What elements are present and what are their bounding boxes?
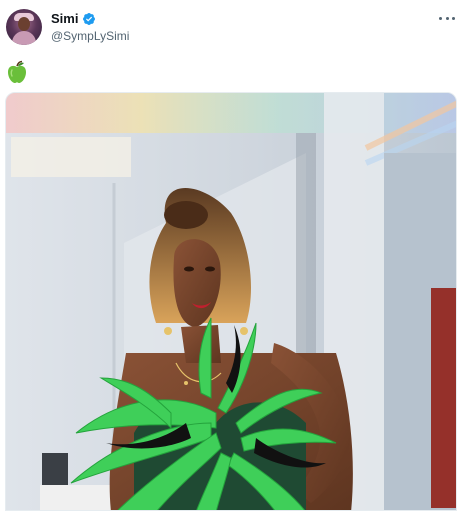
- author-handle[interactable]: @SympLySimi: [51, 29, 129, 43]
- verified-badge-icon: [83, 13, 96, 25]
- author-name-row[interactable]: Simi: [51, 12, 96, 26]
- tweet-card[interactable]: Simi @SympLySimi: [0, 0, 458, 511]
- avatar[interactable]: [6, 9, 42, 45]
- green-apple-emoji-icon: [8, 60, 26, 83]
- avatar-body: [12, 31, 36, 45]
- photo-illustration: [6, 93, 456, 510]
- tweet-photo[interactable]: [5, 92, 457, 511]
- more-dot: [452, 16, 455, 20]
- avatar-face: [18, 17, 30, 31]
- more-icon[interactable]: [439, 14, 455, 22]
- more-dot: [439, 16, 442, 20]
- author-display-name[interactable]: Simi: [51, 12, 78, 26]
- more-dot: [445, 16, 449, 20]
